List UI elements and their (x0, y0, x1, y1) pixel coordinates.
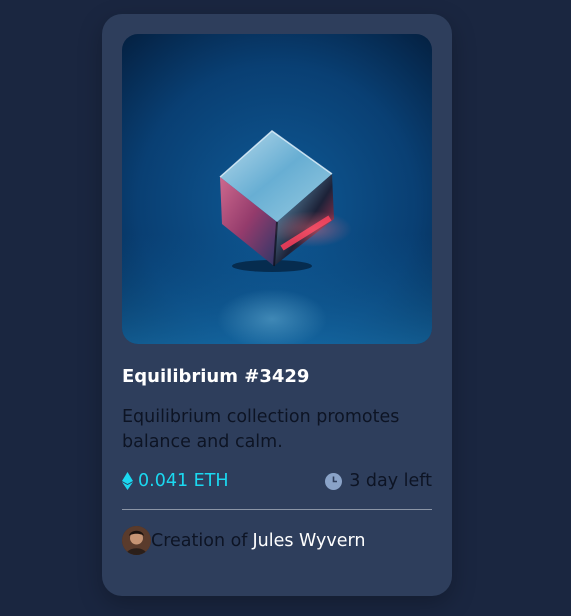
time-left-value: 3 day left (349, 471, 432, 491)
nft-card: Equilibrium #3429 Equilibrium collection… (102, 14, 452, 596)
creator-prefix: Creation of (151, 530, 248, 551)
creator-avatar (122, 526, 151, 555)
clock-icon (325, 472, 343, 490)
nft-description: Equilibrium collection promotes balance … (122, 407, 400, 452)
ethereum-icon (122, 472, 133, 490)
avatar-image (122, 526, 151, 555)
creator-name[interactable]: Jules Wyvern (252, 531, 365, 551)
nft-image[interactable] (122, 34, 432, 344)
creator-info: Creation of Jules Wyvern (122, 526, 366, 555)
nft-title[interactable]: Equilibrium #3429 (122, 366, 309, 387)
price-value: 0.041 ETH (138, 471, 229, 491)
time-left-info: 3 day left (325, 471, 432, 491)
price-info: 0.041 ETH (122, 471, 229, 491)
equilibrium-cube-image (122, 34, 432, 344)
divider (122, 509, 432, 510)
